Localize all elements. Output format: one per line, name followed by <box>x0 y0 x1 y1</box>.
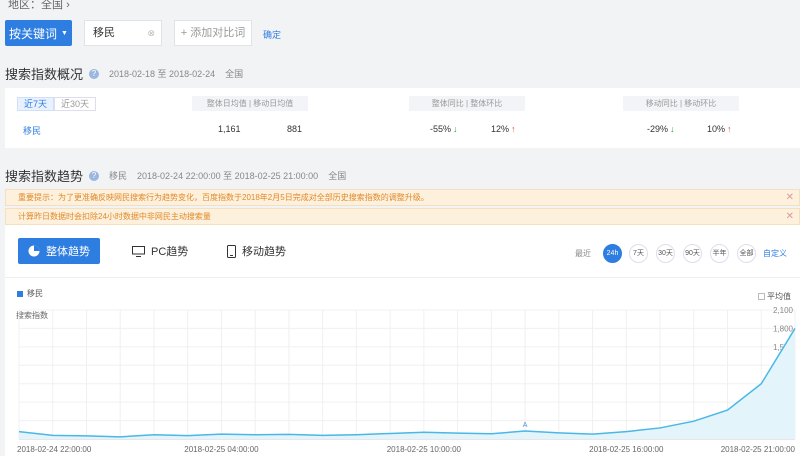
header-mobile-change: 移动同比 | 移动环比 <box>623 96 739 111</box>
caret-down-icon: ▼ <box>61 29 68 37</box>
range-7d[interactable]: 7天 <box>629 244 648 263</box>
trend-time-range: 2018-02-24 22:00:00 至 2018-02-25 21:00:0… <box>137 171 319 181</box>
mode-overall-label: 整体趋势 <box>46 246 90 258</box>
overview-header: 搜索指数概况 ? 2018-02-18 至 2018-02-24 全国 <box>5 64 243 83</box>
monitor-icon <box>132 245 145 257</box>
keyword-mode-label: 按关键词 <box>9 26 58 41</box>
legend-swatch <box>17 290 23 297</box>
trend-title: 搜索指数趋势 <box>5 169 84 184</box>
confirm-link[interactable]: 确定 <box>263 28 281 41</box>
notice-banner: 重要提示：为了更准确反映网民搜索行为趋势变化，百度指数于2018年2月5日完成对… <box>5 189 800 206</box>
notice-banner: 计算昨日数据时会扣除24小时数据中非网民主动搜索量 ✕ <box>5 208 800 225</box>
y-tick-label: 2,100 <box>773 306 794 315</box>
add-compare-button[interactable]: + 添加对比词 <box>174 20 252 46</box>
overall-yoy: -55% <box>430 124 452 134</box>
help-icon[interactable]: ? <box>89 68 100 79</box>
legend-label: 移民 <box>27 289 43 298</box>
trend-chart[interactable]: 搜索指数 3006009001,2001,5001,8002,100A2018-… <box>5 306 800 456</box>
trend-header: 搜索指数趋势 ? 移民 2018-02-24 22:00:00 至 2018-0… <box>5 166 346 185</box>
mobile-yoy: -29% <box>647 124 669 134</box>
region-breadcrumb[interactable]: 地区：全国 › <box>0 0 800 12</box>
y-tick-label: 1,800 <box>773 324 794 333</box>
chevron-right-icon: › <box>66 0 70 11</box>
overview-scope: 全国 <box>225 69 244 79</box>
notice-text: 重要提示：为了更准确反映网民搜索行为趋势变化，百度指数于2018年2月5日完成对… <box>18 193 429 202</box>
average-toggle[interactable]: 平均值 <box>758 291 791 302</box>
trend-panel: 整体趋势 PC趋势 移动趋势 最近 24h 7天 30天 90天 半年 全部 自… <box>5 225 800 456</box>
mode-pc-label: PC趋势 <box>151 246 189 258</box>
x-tick-label: 2018-02-25 10:00:00 <box>387 445 462 454</box>
overall-daily-avg: 1,161 <box>218 124 241 134</box>
trend-keyword: 移民 <box>109 171 128 181</box>
phone-icon <box>227 244 236 258</box>
arrow-down-icon: ↓ <box>670 124 675 134</box>
x-tick-label: 2018-02-25 16:00:00 <box>589 445 664 454</box>
chart-legend[interactable]: 移民 <box>17 288 43 299</box>
notice-text: 计算昨日数据时会扣除24小时数据中非网民主动搜索量 <box>18 212 211 221</box>
range-half-year[interactable]: 半年 <box>710 244 729 263</box>
divider <box>5 277 800 278</box>
overview-keyword-link[interactable]: 移民 <box>23 124 41 137</box>
arrow-down-icon: ↓ <box>453 124 458 134</box>
mobile-yoy-cell: -29% ↓ <box>647 124 675 134</box>
mode-mobile-label: 移动趋势 <box>242 246 286 258</box>
mobile-mom-cell: 10% ↑ <box>707 124 732 134</box>
clear-icon[interactable]: ⊗ <box>147 21 155 45</box>
range-label: 最近 <box>575 249 591 258</box>
trend-scope: 全国 <box>328 171 347 181</box>
tab-7-days[interactable]: 近7天 <box>17 97 55 111</box>
tab-30-days[interactable]: 近30天 <box>54 97 97 111</box>
x-tick-label: 2018-02-25 04:00:00 <box>184 445 259 454</box>
mode-mobile-button[interactable]: 移动趋势 <box>227 238 286 264</box>
keyword-mode-button[interactable]: 按关键词 ▼ <box>5 20 72 46</box>
overall-mom-cell: 12% ↑ <box>491 124 516 134</box>
mobile-daily-avg: 881 <box>287 124 303 134</box>
average-label: 平均值 <box>767 292 791 301</box>
mode-pc-button[interactable]: PC趋势 <box>132 238 188 264</box>
annotation-marker: A <box>523 422 528 429</box>
checkbox-icon <box>758 293 765 300</box>
range-24h[interactable]: 24h <box>603 244 622 263</box>
header-avg: 整体日均值 | 移动日均值 <box>192 96 308 111</box>
keyword-value: 移民 <box>93 27 115 39</box>
pie-chart-icon <box>28 245 40 257</box>
help-icon[interactable]: ? <box>89 170 100 181</box>
keyword-filter-bar: 按关键词 ▼ 移民 ⊗ + 添加对比词 确定 <box>0 18 800 52</box>
period-tabs: 近7天 近30天 <box>17 97 97 111</box>
x-tick-label: 2018-02-24 22:00:00 <box>17 445 92 454</box>
range-90d[interactable]: 90天 <box>683 244 702 263</box>
overall-mom: 12% <box>491 124 510 134</box>
y-axis-label: 搜索指数 <box>16 310 48 320</box>
close-icon[interactable]: ✕ <box>786 209 794 224</box>
range-all[interactable]: 全部 <box>737 244 756 263</box>
mode-overall-button[interactable]: 整体趋势 <box>18 238 100 264</box>
keyword-input[interactable]: 移民 ⊗ <box>84 20 162 46</box>
arrow-up-icon: ↑ <box>511 124 516 134</box>
overview-panel: 近7天 近30天 整体日均值 | 移动日均值 整体同比 | 整体环比 移动同比 … <box>5 88 800 148</box>
arrow-up-icon: ↑ <box>727 124 732 134</box>
overview-title: 搜索指数概况 <box>5 67 84 82</box>
custom-range-link[interactable]: 自定义 <box>763 248 787 259</box>
close-icon[interactable]: ✕ <box>786 190 794 205</box>
x-tick-label: 2018-02-25 21:00:00 <box>721 445 796 454</box>
overall-yoy-cell: -55% ↓ <box>430 124 458 134</box>
header-overall-change: 整体同比 | 整体环比 <box>409 96 525 111</box>
region-label: 地区：全国 <box>8 0 63 11</box>
mobile-mom: 10% <box>707 124 726 134</box>
overview-date-range: 2018-02-18 至 2018-02-24 <box>109 69 216 79</box>
range-30d[interactable]: 30天 <box>656 244 675 263</box>
